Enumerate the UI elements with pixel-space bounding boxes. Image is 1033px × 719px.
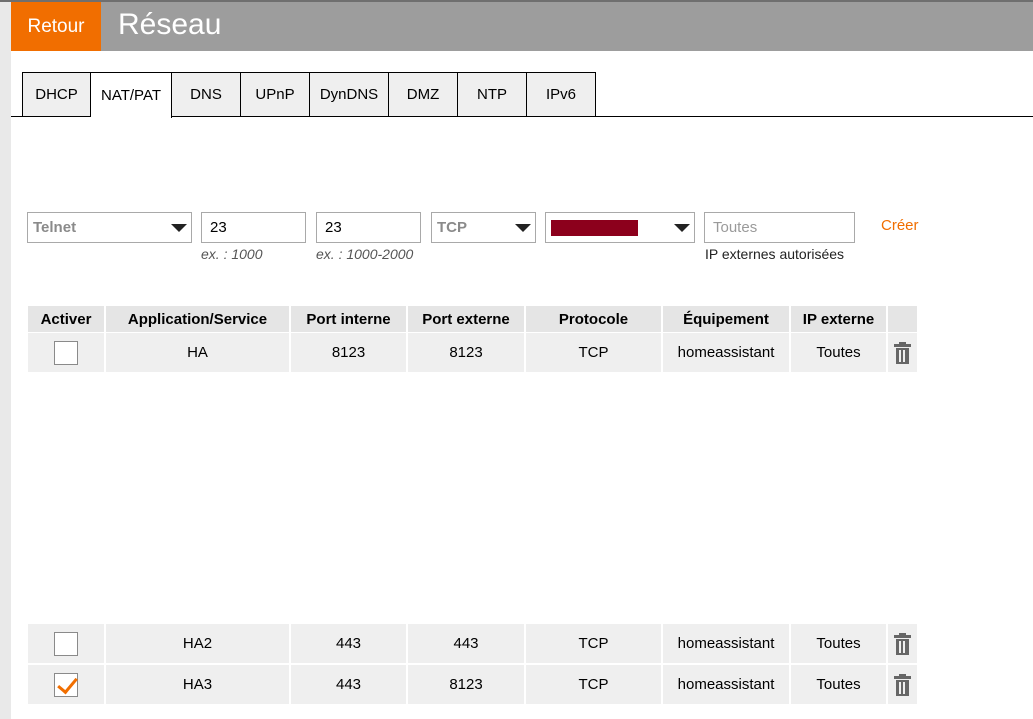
external-ip-hint: IP externes autorisées bbox=[705, 246, 845, 262]
header-device: Équipement bbox=[663, 306, 789, 332]
external-port-cell: 8123 bbox=[408, 665, 524, 704]
external-ip-cell: Toutes bbox=[791, 665, 886, 704]
back-button[interactable]: Retour bbox=[11, 2, 101, 51]
tab-ipv6[interactable]: IPv6 bbox=[527, 72, 596, 117]
external-port-input[interactable]: 23 bbox=[316, 212, 421, 243]
service-cell: HA3 bbox=[106, 665, 289, 704]
service-cell: HA2 bbox=[106, 624, 289, 663]
device-cell: homeassistant bbox=[663, 665, 789, 704]
device-cell: homeassistant bbox=[663, 624, 789, 663]
tab-dyndns[interactable]: DynDNS bbox=[310, 72, 389, 117]
protocol-select[interactable]: TCP bbox=[431, 212, 536, 243]
enable-checkbox[interactable] bbox=[54, 672, 78, 697]
left-rail bbox=[0, 0, 11, 719]
internal-port-cell: 443 bbox=[291, 665, 406, 704]
trash-icon[interactable] bbox=[894, 673, 911, 696]
chevron-down-icon bbox=[515, 224, 531, 232]
protocol-cell: TCP bbox=[526, 665, 661, 704]
external-ip-input[interactable]: Toutes bbox=[704, 212, 855, 243]
device-select[interactable] bbox=[545, 212, 695, 243]
tab-ntp[interactable]: NTP bbox=[458, 72, 527, 117]
device-cell: homeassistant bbox=[663, 333, 789, 372]
service-cell: HA bbox=[106, 333, 289, 372]
tab-nat-pat[interactable]: NAT/PAT bbox=[91, 72, 172, 118]
trash-icon[interactable] bbox=[894, 341, 911, 364]
header-service: Application/Service bbox=[106, 306, 289, 332]
external-port-cell: 443 bbox=[408, 624, 524, 663]
chevron-down-icon bbox=[171, 224, 187, 232]
page-header: Retour Réseau bbox=[11, 2, 1033, 51]
delete-cell bbox=[888, 624, 917, 663]
external-port-cell: 8123 bbox=[408, 333, 524, 372]
header-internal-port: Port interne bbox=[291, 306, 406, 332]
external-ip-cell: Toutes bbox=[791, 333, 886, 372]
service-select[interactable]: Telnet bbox=[27, 212, 192, 243]
header-actions bbox=[888, 306, 917, 332]
header-protocol: Protocole bbox=[526, 306, 661, 332]
tab-bar: DHCP NAT/PAT DNS UPnP DynDNS DMZ NTP IPv… bbox=[11, 72, 1033, 118]
protocol-cell: TCP bbox=[526, 333, 661, 372]
header-external-ip: IP externe bbox=[791, 306, 886, 332]
enable-checkbox[interactable] bbox=[54, 631, 78, 656]
external-ip-cell: Toutes bbox=[791, 624, 886, 663]
internal-port-hint: ex. : 1000 bbox=[201, 246, 263, 262]
internal-port-cell: 443 bbox=[291, 624, 406, 663]
protocol-cell: TCP bbox=[526, 624, 661, 663]
protocol-select-value: TCP bbox=[437, 219, 467, 236]
internal-port-input[interactable]: 23 bbox=[201, 212, 306, 243]
trash-icon[interactable] bbox=[894, 632, 911, 655]
tab-upnp[interactable]: UPnP bbox=[241, 72, 310, 117]
tab-dmz[interactable]: DMZ bbox=[389, 72, 458, 117]
tab-dhcp[interactable]: DHCP bbox=[22, 72, 91, 117]
page-title: Réseau bbox=[118, 8, 222, 41]
create-button[interactable]: Créer bbox=[881, 217, 919, 234]
internal-port-cell: 8123 bbox=[291, 333, 406, 372]
delete-cell bbox=[888, 333, 917, 372]
service-select-value: Telnet bbox=[33, 219, 77, 236]
enable-checkbox[interactable] bbox=[54, 340, 78, 365]
external-port-hint: ex. : 1000-2000 bbox=[316, 246, 414, 262]
delete-cell bbox=[888, 665, 917, 704]
redacted-value bbox=[551, 220, 638, 236]
header-external-port: Port externe bbox=[408, 306, 524, 332]
enable-cell bbox=[28, 333, 104, 372]
enable-cell bbox=[28, 665, 104, 704]
header-activer: Activer bbox=[28, 306, 104, 332]
tab-dns[interactable]: DNS bbox=[172, 72, 241, 117]
chevron-down-icon bbox=[674, 224, 690, 232]
enable-cell bbox=[28, 624, 104, 663]
